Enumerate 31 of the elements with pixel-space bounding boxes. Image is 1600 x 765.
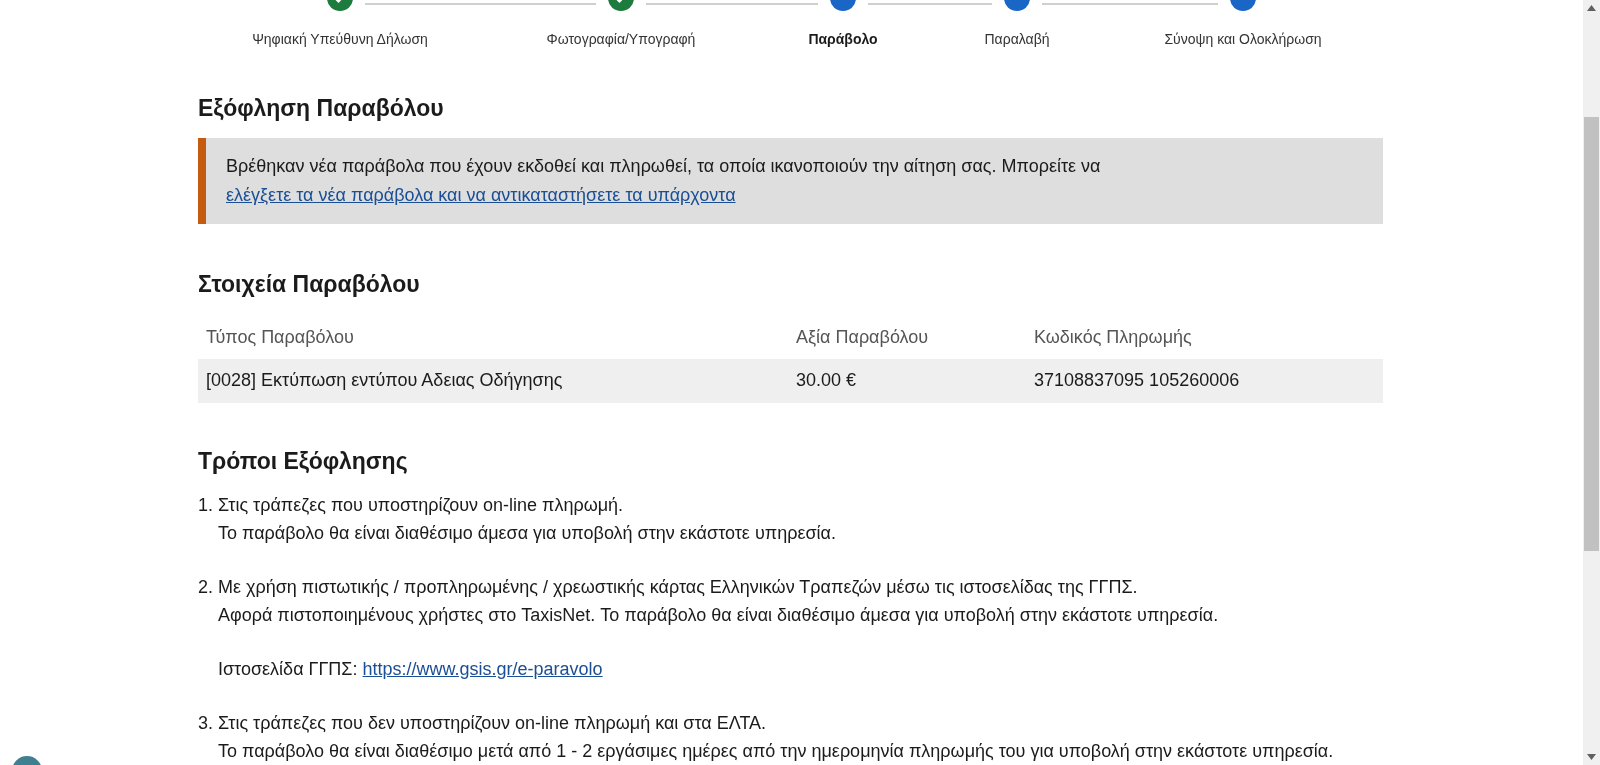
- method-title: Με χρήση πιστωτικής / προπληρωμένης / χρεωστικής κάρτας Ελληνικών Τραπεζών μέσω τις ιστοσελίδας της ΓΓΠΣ.: [218, 576, 1139, 600]
- step-label: Παράβολο: [808, 30, 878, 49]
- table-cell-text: 37108837095 105260006: [1034, 369, 1240, 392]
- scrollbar[interactable]: [1583, 0, 1600, 765]
- table-cell-text: [0028] Εκτύπωση εντύπου Αδειας Οδήγησης: [205, 369, 564, 392]
- website-label: Ιστοσελίδα ΓΓΠΣ:: [218, 658, 358, 682]
- column-header: Κωδικός Πληρωμής: [1034, 326, 1192, 349]
- method-description: Αφορά πιστοποιημένους χρήστες στο TaxisNet. Το παράβολο θα είναι διαθέσιμο άμεσα για υποβολή στην εκάστοτε υπηρεσία.: [218, 604, 1219, 628]
- step-label: Σύνοψη και Ολοκλήρωση: [1164, 30, 1322, 49]
- notice-text: Βρέθηκαν νέα παράβολα που έχουν εκδοθεί και πληρωθεί, τα οποία ικανοποιούν την αίτηση σας. Μπορείτε να ελέγξετε τα νέα παράβολα και να αντικαταστήσετε τα υπάρχοντα: [226, 154, 1102, 207]
- scroll-up-icon: [1587, 5, 1596, 11]
- table-cell-text: 30.00 €: [796, 369, 858, 392]
- section-heading: Στοιχεία Παραβόλου: [198, 269, 421, 299]
- method-title: Στις τράπεζες που δεν υποστηρίζουν on-line πληρωμή και στα ΕΛΤΑ.: [218, 712, 768, 736]
- column-header: Τύπος Παραβόλου: [205, 326, 355, 349]
- column-header: Αξία Παραβόλου: [796, 326, 930, 349]
- method-description: Το παράβολο θα είναι διαθέσιμο μετά από 1 - 2 εργάσιμες ημέρες από την ημερομηνία πληρωμής του για υποβολή στην εκάστοτε υπηρεσία.: [218, 740, 1334, 764]
- method-title: Στις τράπεζες που υποστηρίζουν on-line πληρωμή.: [218, 494, 625, 518]
- replace-link[interactable]: ελέγξετε τα νέα παράβολα και να αντικαταστήσετε τα υπάρχοντα: [226, 184, 736, 205]
- scroll-down-icon: [1587, 754, 1596, 760]
- website-link[interactable]: https://www.gsis.gr/e-paravolo: [362, 655, 603, 684]
- step-label: Ψηφιακή Υπεύθυνη Δήλωση: [252, 30, 428, 49]
- list-number: 3.: [198, 712, 214, 736]
- step-label: Παραλαβή: [984, 30, 1050, 49]
- step-label: Φωτογραφία/Υπογραφή: [546, 30, 696, 49]
- list-number: 1.: [198, 494, 214, 518]
- scrollbar-thumb[interactable]: [1584, 117, 1599, 551]
- section-heading: Εξόφληση Παραβόλου: [198, 94, 445, 123]
- list-number: 2.: [198, 576, 214, 600]
- method-description: Το παράβολο θα είναι διαθέσιμο άμεσα για υποβολή στην εκάστοτε υπηρεσία.: [218, 522, 836, 546]
- section-heading: Τρόποι Εξόφλησης: [198, 446, 409, 476]
